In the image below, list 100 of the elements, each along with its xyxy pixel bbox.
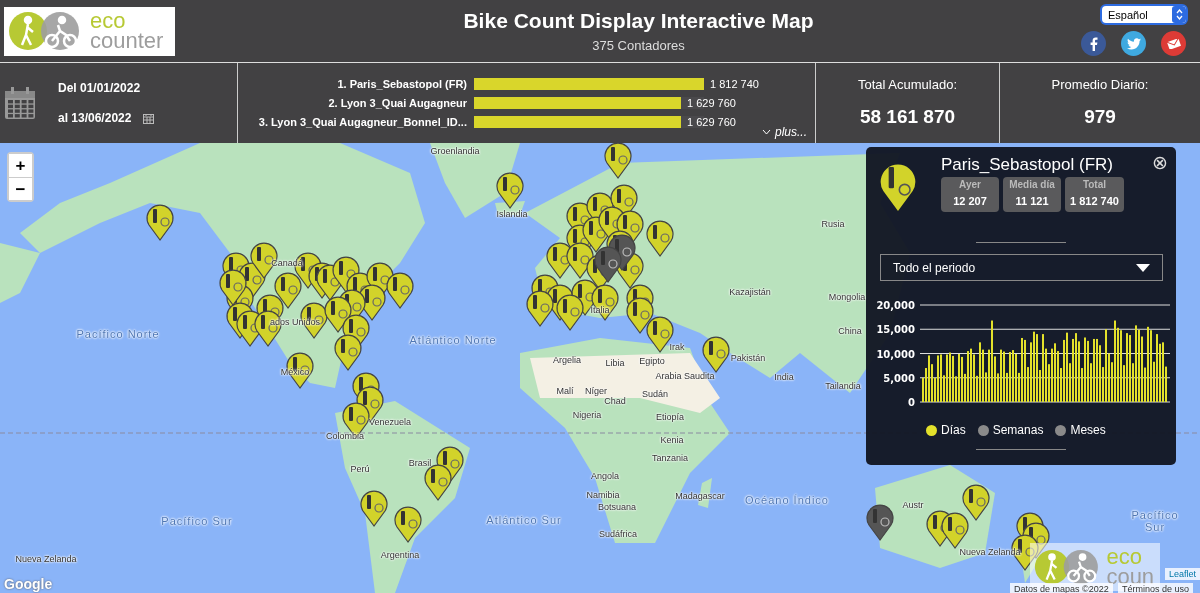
country-label: Botsuana [598,503,636,513]
country-label: Níger [585,387,607,397]
country-label: Nigeria [572,411,602,421]
stat-value: 58 161 870 [859,106,956,128]
close-button[interactable]: ⊗ [1152,152,1168,172]
country-label: Chad [604,397,626,407]
stat-label: Total Acumulado: [858,77,957,92]
y-axis-label: 5,000 [883,372,915,384]
popup-title: Paris_Sebastopol (FR) [941,155,1113,175]
country-label: Arabia Saudita [655,372,715,382]
country-label: Irak [669,343,685,353]
updown-icon [1175,9,1183,20]
count-value: 1 629 760 [687,115,736,128]
more-link[interactable]: plus... [762,125,807,139]
chip-label: Total [1082,179,1107,190]
ocean-label: Pacífico Sur [161,514,233,528]
legend-option[interactable]: Días [926,423,966,437]
legend-option[interactable]: Semanas [977,423,1044,437]
country-label: Kazajistán [729,288,771,298]
country-label: Rusia [821,220,845,230]
y-axis-label: 0 [908,397,915,408]
chevron-down-icon [762,129,771,135]
country-label: Argentina [380,551,420,561]
country-label: Kenia [660,436,684,446]
ocean-label: Pacífico Sur [1131,508,1179,534]
map-marker[interactable] [146,204,174,241]
y-axis-label: 20,000 [876,300,915,311]
country-label: Groenlandia [430,147,480,157]
ocean-label: Atlántico Norte [409,333,497,347]
country-label: Pakistán [730,354,766,364]
facebook-button[interactable] [1081,31,1106,56]
bird-icon [1126,37,1141,50]
chip-value: 12 207 [953,195,987,207]
counter-count: 375 Contadores [592,38,685,53]
ocean-label: Atlántico Sur [486,513,562,527]
language-select[interactable]: Español [1102,6,1186,23]
email-button[interactable] [1161,31,1186,56]
country-label: Perú [350,465,370,475]
country-label: Namibia [586,491,620,501]
chip-label: Media día [1009,179,1055,190]
counter-name: 2. Lyon 3_Quai Augagneur [327,96,467,109]
country-label: Islandia [496,210,528,220]
map-marker[interactable] [962,484,990,521]
country-label: China [838,327,862,337]
map-marker[interactable] [866,504,894,541]
count-value: 1 629 760 [687,96,736,109]
country-label: Brasil [408,459,432,469]
country-label: Egipto [639,357,665,367]
envelope-icon [1166,38,1181,49]
map-data-credit: Datos de mapas ©2022 [1010,583,1113,593]
chip-value: 11 121 [1015,195,1049,207]
map-marker[interactable] [496,172,524,209]
country-label: Sudáfrica [599,530,637,540]
country-label: Tailandia [825,382,861,392]
facebook-icon [1089,36,1098,51]
leaflet-link[interactable]: Leaflet [1164,568,1200,580]
country-label: Argelia [553,356,581,366]
terms-link[interactable]: Términos de uso [1118,583,1194,593]
country-label: Sudán [642,390,668,400]
bike-counter-marker-icon [878,161,918,213]
country-label: Etiopía [656,413,684,423]
map-marker[interactable] [604,143,632,179]
stat-value: 979 [1084,106,1116,128]
counter-name: 3. Lyon 3_Quai Augagneur_Bonnel_ID... [257,115,467,128]
count-value: 1 812 740 [710,77,759,90]
country-label: Colombia [326,432,364,442]
country-label: India [774,373,794,383]
country-label: Malí [556,387,574,397]
chip-value: 1 812 740 [1070,195,1119,207]
chip-label: Ayer [959,179,981,190]
logo-text: eco [90,11,127,31]
twitter-button[interactable] [1121,31,1146,56]
country-label: Mongolia [828,293,866,303]
ocean-label: Pacífico Norte [76,327,160,341]
legend-option[interactable]: Meses [1055,423,1106,437]
caret-icon [1136,263,1150,272]
page-title: Bike Count Display Interactive Map [463,9,814,33]
country-label: Libia [605,359,625,369]
country-label: Angola [591,472,619,482]
start-date: Del 01/01/2022 [58,81,142,95]
country-label: Madagascar [675,492,725,502]
calendar-icon[interactable] [143,112,155,124]
country-label: Nueva Zelanda [15,555,77,565]
country-label: Austr [902,501,924,511]
stat-label: Promedio Diario: [1051,77,1149,92]
marker-cluster[interactable] [926,510,969,549]
country-label: Tanzania [652,454,688,464]
period-dropdown[interactable]: Todo el periodo [880,254,1163,281]
google-logo: Google [4,576,53,592]
logo-text: counter [90,31,164,51]
map-marker[interactable] [360,490,388,527]
zoom-out-button[interactable]: − [9,177,32,200]
map-marker[interactable] [702,336,730,373]
map-marker[interactable] [394,506,422,543]
ocean-label: Océano Índico [745,493,829,507]
end-date: al 13/06/2022 [58,111,132,125]
y-axis-label: 15,000 [876,324,915,336]
y-axis-label: 10,000 [876,348,915,360]
calendar-icon [4,86,36,120]
counter-name: 1. Paris_Sebastopol (FR) [336,77,467,90]
